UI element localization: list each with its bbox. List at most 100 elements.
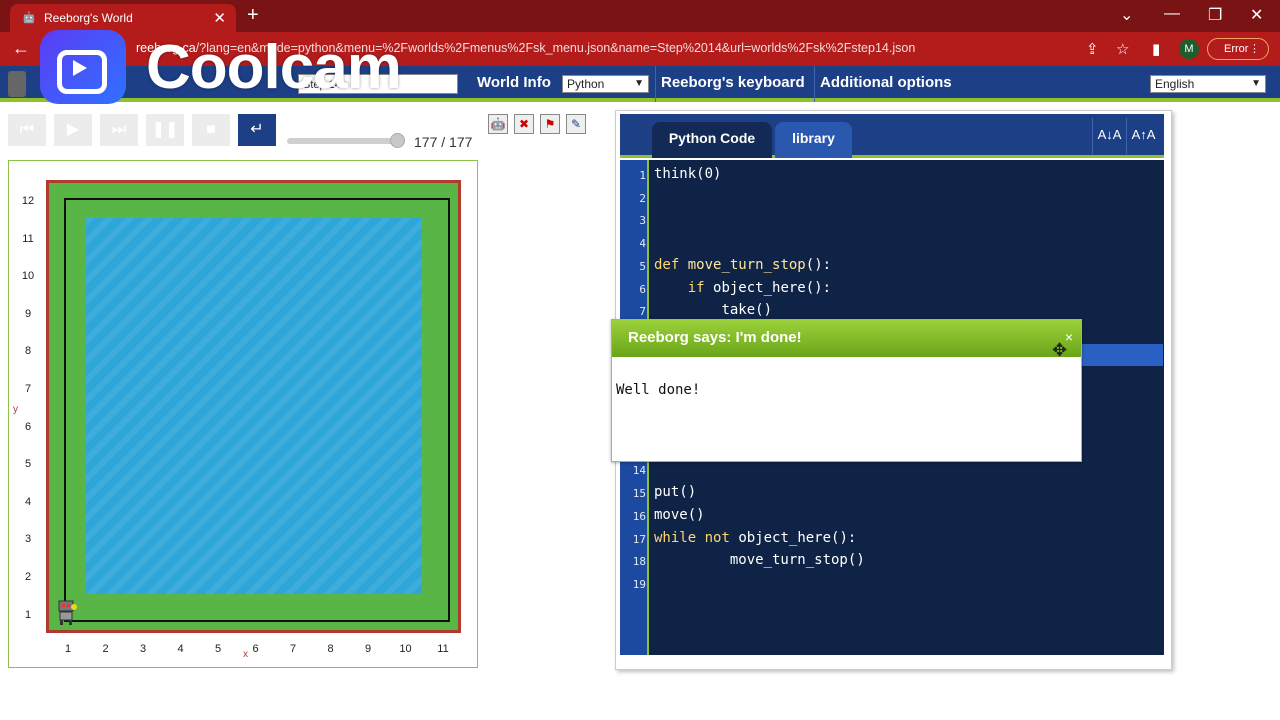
x-tick-label: 7 xyxy=(289,643,297,655)
line-number: 19 xyxy=(632,578,646,591)
y-tick-label: 11 xyxy=(22,232,34,245)
line-number: 17 xyxy=(632,533,646,546)
menu-divider xyxy=(814,66,815,102)
reverse-step-button[interactable]: ⏮ xyxy=(8,114,46,146)
code-line: def move_turn_stop(): xyxy=(654,257,832,273)
line-number: 15 xyxy=(632,487,646,500)
ui-language-select[interactable]: English ▼ xyxy=(1150,75,1266,93)
x-tick-label: 11 xyxy=(437,643,449,655)
x-tick-label: 9 xyxy=(364,643,372,655)
dialog-message: Well done! xyxy=(616,382,701,398)
code-line: take() xyxy=(721,302,773,318)
y-tick-label: 2 xyxy=(24,571,32,583)
speed-slider[interactable] xyxy=(287,138,405,144)
highlighted-line xyxy=(1080,344,1163,366)
y-tick-label: 10 xyxy=(21,270,35,283)
step-button[interactable]: ⏭ xyxy=(100,114,138,146)
chevron-down-icon: ▼ xyxy=(1251,78,1261,89)
line-number: 2 xyxy=(639,192,646,205)
line-number: 7 xyxy=(639,305,646,318)
stop-button[interactable]: ■ xyxy=(192,114,230,146)
move-cursor-icon: ✥ xyxy=(1052,340,1068,360)
y-tick-label: 3 xyxy=(24,533,32,546)
chevron-down-icon: ▼ xyxy=(634,78,644,89)
camera-logo-icon xyxy=(40,30,126,104)
y-tick-label: 5 xyxy=(24,458,32,471)
watermark-text: Coolcam xyxy=(146,33,402,102)
pause-button[interactable]: ❚❚ xyxy=(146,114,184,146)
y-tick-label: 4 xyxy=(24,495,32,508)
code-line: while not object_here(): xyxy=(654,530,857,546)
line-number: 6 xyxy=(639,283,646,296)
tab-search-icon[interactable]: ⌄ xyxy=(1120,5,1133,25)
error-label: Error xyxy=(1224,43,1249,55)
x-tick-label: 10 xyxy=(399,643,412,655)
recording-watermark: Coolcam xyxy=(40,30,460,118)
new-tab-icon[interactable]: + xyxy=(247,4,259,26)
y-tick-label: 8 xyxy=(24,345,32,358)
delete-icon[interactable]: ✖ xyxy=(514,114,534,134)
restore-icon[interactable]: ❐ xyxy=(1208,5,1222,25)
reeborg-robot-icon xyxy=(58,600,77,625)
y-axis-title: y xyxy=(13,404,18,415)
x-tick-label: 3 xyxy=(139,643,147,655)
language-mode-select[interactable]: Python ▼ xyxy=(562,75,649,93)
line-number: 1 xyxy=(639,169,646,182)
x-tick-label: 8 xyxy=(327,643,334,655)
run-button[interactable]: ▶ xyxy=(54,114,92,146)
edit-world-icon[interactable]: ✎ xyxy=(566,114,586,134)
font-decrease-button[interactable]: A↓A xyxy=(1092,118,1126,154)
robot-icon[interactable]: 🤖 xyxy=(488,114,508,134)
line-number: 16 xyxy=(632,510,646,523)
code-line: move() xyxy=(654,507,705,523)
language-mode-value: Python xyxy=(567,77,605,91)
flag-icon[interactable]: ⚑ xyxy=(540,114,560,134)
line-number: 3 xyxy=(639,214,646,227)
y-tick-label: 6 xyxy=(24,420,32,433)
bookmark-star-icon[interactable]: ☆ xyxy=(1116,40,1129,58)
more-menu-icon[interactable]: ⋮ xyxy=(1249,39,1260,59)
code-line: move_turn_stop() xyxy=(729,552,865,568)
world-info-button[interactable]: World Info xyxy=(477,74,551,91)
keyboard-button[interactable]: Reeborg's keyboard xyxy=(661,74,805,91)
y-tick-label: 1 xyxy=(24,608,32,621)
sidebar-icon[interactable]: ▮ xyxy=(1152,40,1160,58)
done-dialog: Reeborg says: I'm done! × ✥ Well done! xyxy=(611,319,1082,462)
line-number: 5 xyxy=(639,260,646,273)
x-tick-label: 6 xyxy=(252,643,259,655)
code-line: if object_here(): xyxy=(687,280,832,296)
x-tick-label: 2 xyxy=(102,643,109,655)
x-tick-label: 1 xyxy=(64,643,72,655)
wall-outline xyxy=(64,198,450,622)
reload-button[interactable]: ↵ xyxy=(238,114,276,146)
additional-options-button[interactable]: Additional options xyxy=(820,74,952,91)
back-arrow-icon[interactable]: ← xyxy=(12,38,30,59)
x-axis-title: x xyxy=(243,649,248,660)
y-tick-label: 9 xyxy=(24,307,32,320)
menu-divider xyxy=(655,66,656,102)
tab-title: Reeborg's World xyxy=(44,11,133,25)
line-number: 4 xyxy=(639,237,646,250)
step-counter: 177 / 177 xyxy=(414,134,473,150)
browser-tab-bar: 🤖 Reeborg's World ✕ + ⌄ — ❐ ✕ xyxy=(0,0,1280,32)
dialog-title-text: Reeborg says: I'm done! xyxy=(628,329,802,346)
error-button[interactable]: Error ⋮ xyxy=(1207,38,1269,60)
dialog-title[interactable]: Reeborg says: I'm done! xyxy=(612,320,1081,357)
share-icon[interactable]: ⇪ xyxy=(1086,40,1099,58)
y-tick-label: 7 xyxy=(24,383,32,395)
reeborg-logo-icon xyxy=(8,71,26,97)
reeborg-favicon-icon: 🤖 xyxy=(22,12,36,24)
y-tick-label: 12 xyxy=(21,195,35,207)
minimize-icon[interactable]: — xyxy=(1164,5,1180,23)
speed-slider-handle[interactable] xyxy=(390,133,405,148)
tab-library[interactable]: library xyxy=(775,122,852,158)
x-tick-label: 5 xyxy=(214,643,222,655)
profile-avatar[interactable]: M xyxy=(1179,39,1199,59)
close-tab-icon[interactable]: ✕ xyxy=(213,9,226,27)
close-window-icon[interactable]: ✕ xyxy=(1250,5,1263,25)
ui-language-value: English xyxy=(1155,77,1195,91)
tab-python-code[interactable]: Python Code xyxy=(652,122,772,158)
code-line: put() xyxy=(654,484,697,500)
font-increase-button[interactable]: A↑A xyxy=(1126,118,1160,154)
browser-tab[interactable]: 🤖 Reeborg's World ✕ xyxy=(10,4,236,32)
